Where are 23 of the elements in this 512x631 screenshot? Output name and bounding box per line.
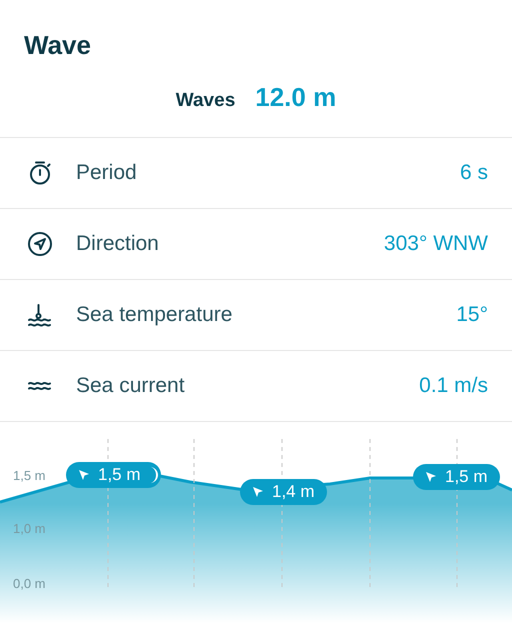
axis-label: 1,0 m	[13, 520, 46, 538]
row-label: Sea current	[76, 373, 185, 400]
arrow-icon	[425, 471, 437, 483]
height-badge: 1,4 m	[240, 479, 327, 505]
thermometer-waves-icon	[26, 301, 54, 329]
summary-label: Waves	[176, 89, 236, 113]
arrow-icon	[252, 486, 264, 498]
waves-icon	[26, 380, 54, 392]
row-value: 6 s	[460, 160, 488, 186]
arrow-icon	[78, 469, 90, 481]
panel-title: Wave	[24, 32, 92, 58]
row-label: Period	[76, 160, 137, 186]
summary-value: 12.0 m	[255, 81, 336, 114]
row-value: 303° WNW	[384, 231, 488, 258]
row-value: 0.1 m/s	[419, 373, 488, 400]
row-value: 15°	[456, 302, 488, 328]
navigation-icon	[26, 230, 54, 258]
axis-label: 1,5 m	[13, 467, 46, 485]
axis-label: 0,0 m	[13, 575, 46, 593]
height-badge: 1,5 m	[413, 464, 500, 490]
row-label: Direction	[76, 231, 159, 258]
height-badge: 1,5 m	[66, 462, 161, 488]
row-label: Sea temperature	[76, 302, 232, 328]
